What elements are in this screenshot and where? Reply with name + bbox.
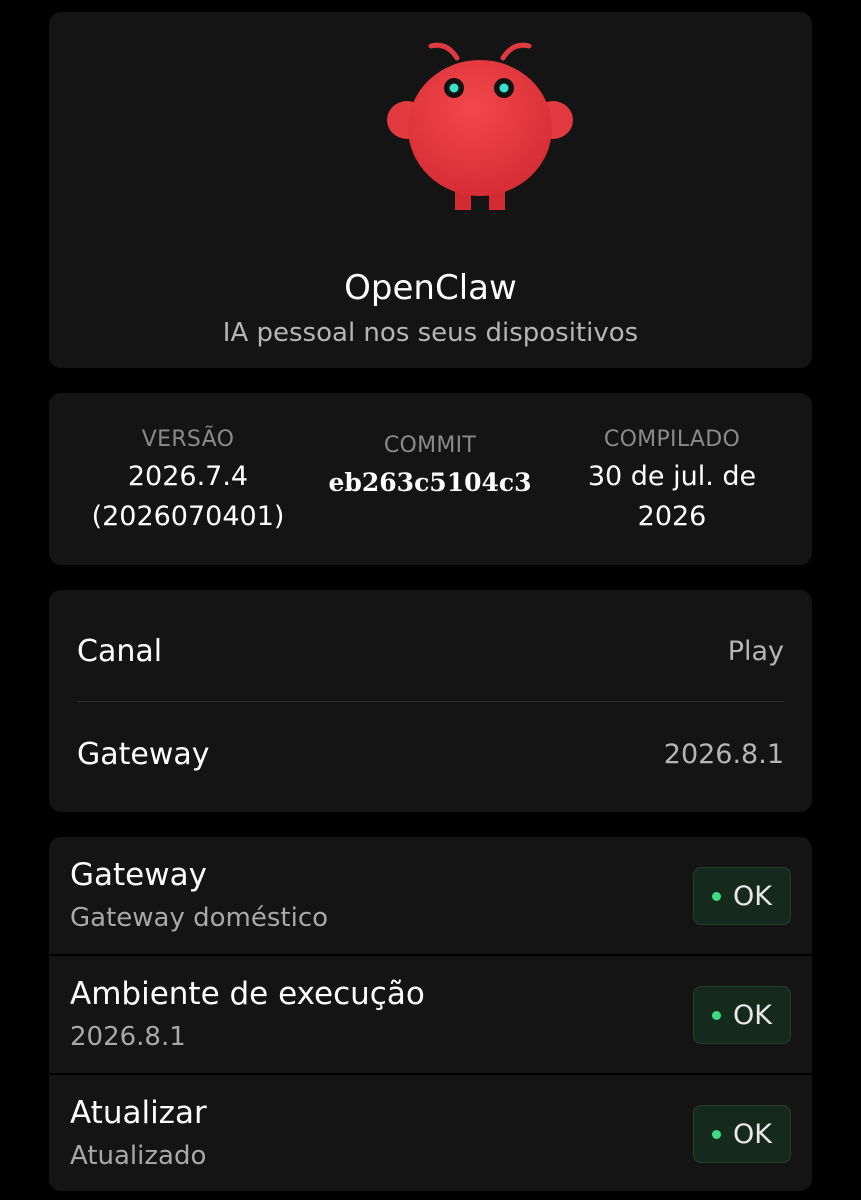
status-dot-icon <box>712 1129 722 1139</box>
status-dot-icon <box>712 1010 722 1020</box>
channel-value: Play <box>727 635 784 667</box>
status-title: Gateway <box>70 857 207 893</box>
app-name: OpenClaw <box>344 268 517 308</box>
version-value: 2026.7.4 <box>127 461 249 492</box>
compiled-label: COMPILADO <box>603 427 741 452</box>
gateway-version-row: Gateway 2026.8.1 <box>77 704 784 804</box>
compiled-column: COMPILADO 30 de jul. de 2026 <box>561 423 783 537</box>
status-title: Ambiente de execução <box>70 976 425 1012</box>
status-badge[interactable]: OK <box>693 986 791 1044</box>
status-subtitle: Atualizado <box>70 1141 207 1171</box>
app-tagline: IA pessoal nos seus dispositivos <box>222 318 639 348</box>
version-label: VERSÃO <box>141 427 235 452</box>
build-info-card: VERSÃO 2026.7.4 (2026070401) COMMIT eb26… <box>49 393 812 565</box>
details-card: Canal Play Gateway 2026.8.1 <box>49 590 812 812</box>
version-code: (2026070401) <box>91 501 285 532</box>
channel-key: Canal <box>77 633 163 669</box>
channel-row: Canal Play <box>77 601 784 701</box>
divider <box>77 701 784 702</box>
commit-value: eb263c5104c3 <box>328 468 532 497</box>
commit-column: COMMIT eb263c5104c3 <box>319 429 541 503</box>
status-row-gateway[interactable]: Gateway Gateway doméstico OK <box>49 837 812 955</box>
app-hero-card: OpenClaw IA pessoal nos seus dispositivo… <box>49 12 812 368</box>
status-badge[interactable]: OK <box>693 867 791 925</box>
status-badge-label: OK <box>733 880 772 912</box>
status-row-update[interactable]: Atualizar Atualizado OK <box>49 1075 812 1191</box>
status-subtitle: Gateway doméstico <box>70 903 329 933</box>
version-column: VERSÃO 2026.7.4 (2026070401) <box>79 423 297 537</box>
status-card: Gateway Gateway doméstico OK Ambiente de… <box>49 837 812 1191</box>
status-subtitle: 2026.8.1 <box>70 1022 186 1052</box>
status-dot-icon <box>712 891 722 901</box>
gateway-version-key: Gateway <box>77 736 210 772</box>
status-title: Atualizar <box>70 1095 207 1131</box>
status-badge[interactable]: OK <box>693 1105 791 1163</box>
lobster-mascot-icon <box>387 42 573 210</box>
commit-label: COMMIT <box>383 433 477 458</box>
compiled-date-line2: 2026 <box>637 501 707 532</box>
status-row-runtime[interactable]: Ambiente de execução 2026.8.1 OK <box>49 956 812 1074</box>
compiled-date-line1: 30 de jul. de <box>587 461 757 492</box>
status-badge-label: OK <box>733 999 772 1031</box>
gateway-version-value: 2026.8.1 <box>663 738 784 770</box>
status-badge-label: OK <box>733 1118 772 1150</box>
